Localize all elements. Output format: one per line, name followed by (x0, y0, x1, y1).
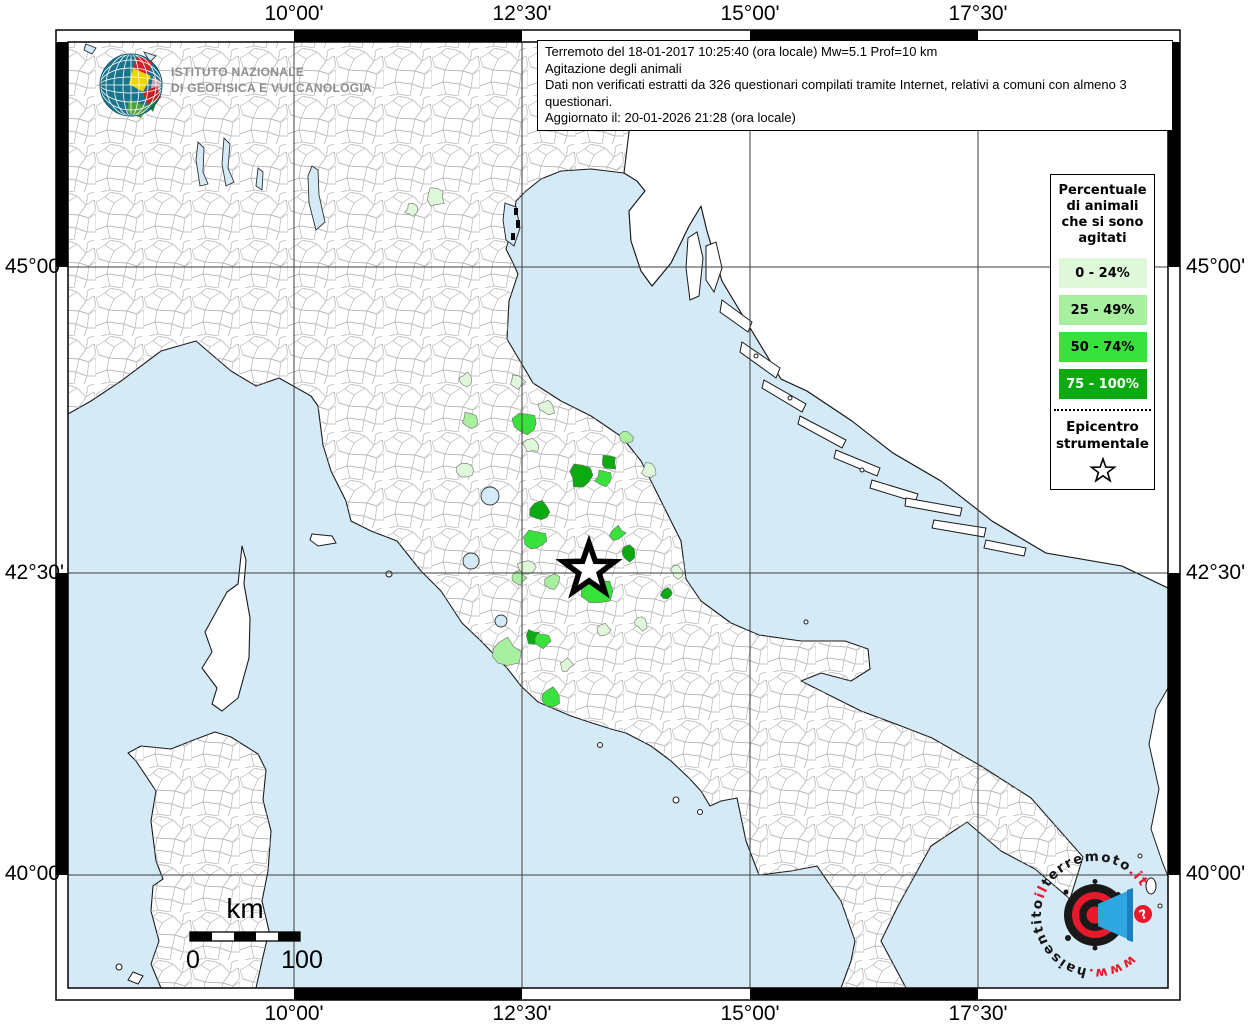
axis-label-bottom-10: 10°00' (264, 1002, 324, 1024)
ingv-globe-icon (99, 53, 163, 118)
axis-label-top-17: 17°30' (948, 2, 1008, 25)
legend: Percentuale di animali che si sono agita… (1050, 174, 1155, 490)
title-box: Terremoto del 18-01-2017 10:25:40 (ora l… (537, 40, 1173, 131)
axis-label-left-42: 42°30' (4, 561, 64, 584)
title-line-event: Terremoto del 18-01-2017 10:25:40 (ora l… (545, 44, 938, 59)
axis-label-bottom-15: 15°00' (720, 1002, 780, 1024)
municipality-blob (602, 454, 617, 470)
axis-label-right-42: 42°30' (1186, 561, 1246, 584)
legend-star-icon (1088, 457, 1117, 483)
macroseismic-map-page: { "colors": { "sea": "#d5eaf7", "land": … (0, 0, 1254, 1024)
haisentitoilterremoto-logo: ? www.haisentitoilterremoto.it (1030, 850, 1152, 981)
title-line-datasource: Dati non verificati estratti da 326 ques… (545, 77, 1127, 109)
legend-epicenter-label: Epicentro strumentale (1056, 419, 1149, 452)
municipality-blob (456, 462, 474, 478)
axis-label-left-45: 45°00' (4, 255, 64, 278)
axis-label-right-45: 45°00' (1186, 255, 1246, 278)
legend-divider (1054, 409, 1151, 411)
ingv-logo: ISTITUTO NAZIONALE DI GEOFISICA E VULCAN… (99, 53, 372, 118)
title-line-updated: Aggiornato il: 20-01-2026 21:28 (ora loc… (545, 110, 796, 126)
legend-swatch-50-74: 50 - 74% (1058, 332, 1147, 362)
title-line-subject: Agitazione degli animali (545, 60, 682, 76)
scale-bar (189, 931, 301, 942)
axis-label-left-40: 40°00' (4, 862, 64, 885)
legend-title: Percentuale di animali che si sono agita… (1058, 183, 1147, 246)
scale-end-label: 100 (281, 946, 323, 974)
question-badge: ? (1134, 905, 1152, 924)
axis-label-bottom-12: 12°30' (492, 1002, 552, 1024)
scale-unit-label: km (226, 893, 264, 924)
legend-swatch-25-49: 25 - 49% (1058, 295, 1147, 325)
legend-swatch-75-100: 75 - 100% (1058, 369, 1147, 399)
legend-swatch-0-24: 0 - 24% (1058, 258, 1147, 288)
axis-label-top-10: 10°00' (264, 2, 324, 25)
axis-label-bottom-17: 17°30' (948, 1002, 1008, 1024)
ingv-name-line1: ISTITUTO NAZIONALE (171, 65, 304, 79)
ingv-name-line2: DI GEOFISICA E VULCANOLOGIA (171, 81, 372, 95)
scale-start-label: 0 (186, 946, 200, 974)
axis-label-top-15: 15°00' (720, 2, 780, 25)
axis-label-top-12: 12°30' (492, 2, 552, 25)
